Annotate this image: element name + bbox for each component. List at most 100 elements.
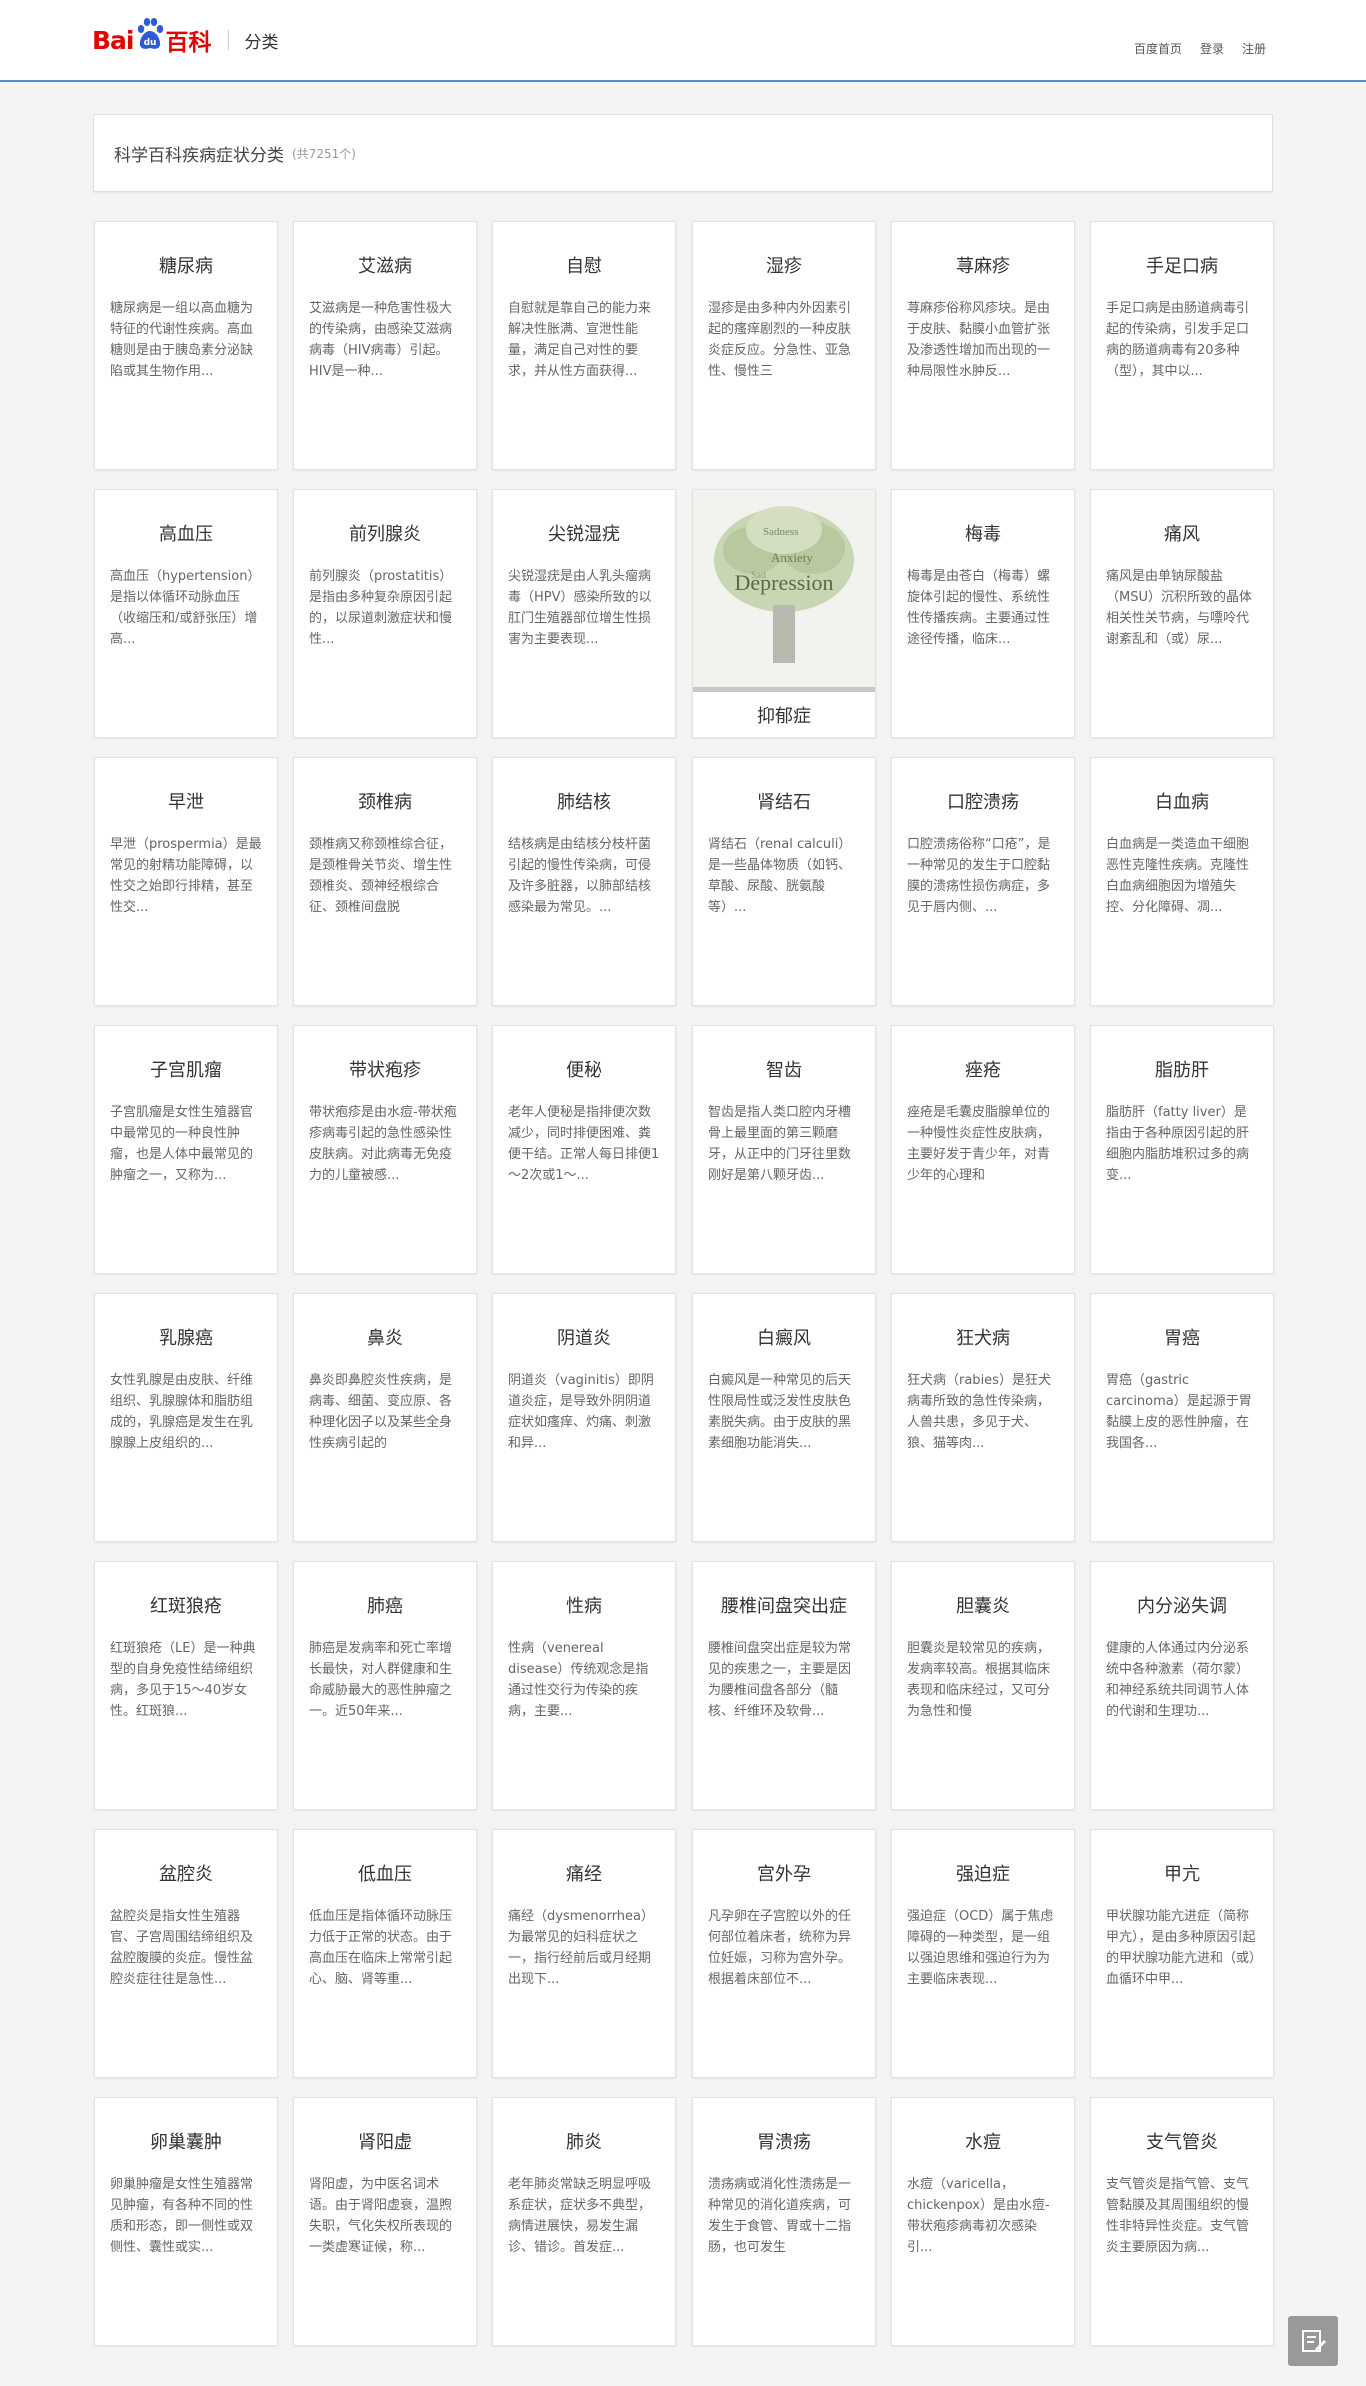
disease-card[interactable]: 梅毒 梅毒是由苍白（梅毒）螺旋体引起的慢性、系统性性传播疾病。主要通过性途径传播，… [891, 489, 1075, 738]
disease-card-title[interactable]: 强迫症 [892, 1860, 1074, 1886]
disease-card-title[interactable]: 自慰 [493, 252, 675, 278]
disease-card[interactable]: 狂犬病 狂犬病（rabies）是狂犬病毒所致的急性传染病，人兽共患，多见于犬、狼、… [891, 1293, 1075, 1542]
disease-card-title[interactable]: 肾结石 [693, 788, 875, 814]
disease-card[interactable]: 痤疮 痤疮是毛囊皮脂腺单位的一种慢性炎症性皮肤病，主要好发于青少年，对青少年的心理… [891, 1025, 1075, 1274]
link-login[interactable]: 登录 [1200, 40, 1224, 57]
disease-card-title[interactable]: 脂肪肝 [1091, 1056, 1273, 1082]
disease-card-title[interactable]: 红斑狼疮 [95, 1592, 277, 1618]
disease-card-title[interactable]: 口腔溃疡 [892, 788, 1074, 814]
disease-card[interactable]: 便秘 老年人便秘是指排便次数减少，同时排便困难、粪便干结。正常人每日排便1～2次或… [492, 1025, 676, 1274]
disease-card[interactable]: 水痘 水痘（varicella，chickenpox）是由水痘-带状疱疹病毒初次感… [891, 2097, 1075, 2346]
disease-card[interactable]: Sadness Anxiety Depression Sad 抑郁症 [692, 489, 876, 738]
disease-card-title[interactable]: 痛经 [493, 1860, 675, 1886]
disease-card-title[interactable]: 肾阳虚 [294, 2128, 476, 2154]
disease-card[interactable]: 尖锐湿疣 尖锐湿疣是由人乳头瘤病毒（HPV）感染所致的以肛门生殖器部位增生性损害为… [492, 489, 676, 738]
disease-card[interactable]: 肾阳虚 肾阳虚，为中医名词术语。由于肾阳虚衰，温煦失职，气化失权所表现的一类虚寒证… [293, 2097, 477, 2346]
disease-card-title[interactable]: 肺炎 [493, 2128, 675, 2154]
disease-card-title[interactable]: 痛风 [1091, 520, 1273, 546]
disease-card-title[interactable]: 子宫肌瘤 [95, 1056, 277, 1082]
disease-card-title[interactable]: 高血压 [95, 520, 277, 546]
disease-card-title[interactable]: 荨麻疹 [892, 252, 1074, 278]
disease-card[interactable]: 痛风 痛风是由单钠尿酸盐（MSU）沉积所致的晶体相关性关节病，与嘌呤代谢紊乱和（或… [1090, 489, 1274, 738]
disease-card-title[interactable]: 智齿 [693, 1056, 875, 1082]
disease-card[interactable]: 肺癌 肺癌是发病率和死亡率增长最快，对人群健康和生命威胁最大的恶性肿瘤之一。近50… [293, 1561, 477, 1810]
disease-card[interactable]: 腰椎间盘突出症 腰椎间盘突出症是较为常见的疾患之一，主要是因为腰椎间盘各部分（髓核… [692, 1561, 876, 1810]
disease-card-title[interactable]: 胃溃疡 [693, 2128, 875, 2154]
disease-card[interactable]: 脂肪肝 脂肪肝（fatty liver）是指由于各种原因引起的肝细胞内脂肪堆积过多… [1090, 1025, 1274, 1274]
disease-card[interactable]: 荨麻疹 荨麻疹俗称风疹块。是由于皮肤、黏膜小血管扩张及渗透性增加而出现的一种局限性… [891, 221, 1075, 470]
disease-card-title[interactable]: 早泄 [95, 788, 277, 814]
disease-card-title[interactable]: 痤疮 [892, 1056, 1074, 1082]
disease-card[interactable]: 口腔溃疡 口腔溃疡俗称“口疮”，是一种常见的发生于口腔黏膜的溃疡性损伤病症，多见于… [891, 757, 1075, 1006]
disease-card-title[interactable]: 颈椎病 [294, 788, 476, 814]
disease-card[interactable]: 痛经 痛经（dysmenorrhea）为最常见的妇科症状之一，指行经前后或月经期出… [492, 1829, 676, 2078]
disease-card[interactable]: 艾滋病 艾滋病是一种危害性极大的传染病，由感染艾滋病病毒（HIV病毒）引起。HIV… [293, 221, 477, 470]
disease-card[interactable]: 低血压 低血压是指体循环动脉压力低于正常的状态。由于高血压在临床上常常引起心、脑、… [293, 1829, 477, 2078]
disease-card-title[interactable]: 梅毒 [892, 520, 1074, 546]
disease-card[interactable]: 高血压 高血压（hypertension）是指以体循环动脉血压（收缩压和/或舒张压… [94, 489, 278, 738]
disease-card[interactable]: 胃癌 胃癌（gastric carcinoma）是起源于胃黏膜上皮的恶性肿瘤，在我… [1090, 1293, 1274, 1542]
disease-card-title[interactable]: 宫外孕 [693, 1860, 875, 1886]
disease-card-title[interactable]: 甲亢 [1091, 1860, 1273, 1886]
disease-card-title[interactable]: 腰椎间盘突出症 [693, 1592, 875, 1618]
disease-card[interactable]: 带状疱疹 带状疱疹是由水痘-带状疱疹病毒引起的急性感染性皮肤病。对此病毒无免疫力的… [293, 1025, 477, 1274]
disease-card-title[interactable]: 肺癌 [294, 1592, 476, 1618]
disease-card-title[interactable]: 卵巢囊肿 [95, 2128, 277, 2154]
disease-card[interactable]: 支气管炎 支气管炎是指气管、支气管黏膜及其周围组织的慢性非特异性炎症。支气管炎主要… [1090, 2097, 1274, 2346]
disease-card[interactable]: 湿疹 湿疹是由多种内外因素引起的瘙痒剧烈的一种皮肤炎症反应。分急性、亚急性、慢性三 [692, 221, 876, 470]
disease-card-title[interactable]: 水痘 [892, 2128, 1074, 2154]
disease-card[interactable]: 白血病 白血病是一类造血干细胞恶性克隆性疾病。克隆性白血病细胞因为增殖失控、分化障… [1090, 757, 1274, 1006]
disease-card[interactable]: 肾结石 肾结石（renal calculi）是一些晶体物质（如钙、草酸、尿酸、胱氨… [692, 757, 876, 1006]
disease-card[interactable]: 自慰 自慰就是靠自己的能力来解决性胀满、宣泄性能量，满足自己对性的要求，并从性方面… [492, 221, 676, 470]
disease-card[interactable]: 盆腔炎 盆腔炎是指女性生殖器官、子宫周围结缔组织及盆腔腹膜的炎症。慢性盆腔炎症往往… [94, 1829, 278, 2078]
disease-card-title[interactable]: 带状疱疹 [294, 1056, 476, 1082]
disease-card[interactable]: 乳腺癌 女性乳腺是由皮肤、纤维组织、乳腺腺体和脂肪组成的，乳腺癌是发生在乳腺腺上皮… [94, 1293, 278, 1542]
disease-card[interactable]: 内分泌失调 健康的人体通过内分泌系统中各种激素（荷尔蒙）和神经系统共同调节人体的代… [1090, 1561, 1274, 1810]
disease-card-title[interactable]: 狂犬病 [892, 1324, 1074, 1350]
disease-card-title[interactable]: 盆腔炎 [95, 1860, 277, 1886]
disease-card-title[interactable]: 白血病 [1091, 788, 1273, 814]
disease-card[interactable]: 白癜风 白癜风是一种常见的后天性限局性或泛发性皮肤色素脱失病。由于皮肤的黑素细胞功… [692, 1293, 876, 1542]
disease-card-title[interactable]: 白癜风 [693, 1324, 875, 1350]
disease-card-title[interactable]: 阴道炎 [493, 1324, 675, 1350]
disease-card[interactable]: 智齿 智齿是指人类口腔内牙槽骨上最里面的第三颗磨牙，从正中的门牙往里数刚好是第八颗… [692, 1025, 876, 1274]
feedback-button[interactable] [1288, 2316, 1338, 2366]
disease-card[interactable]: 糖尿病 糖尿病是一组以高血糖为特征的代谢性疾病。高血糖则是由于胰岛素分泌缺陷或其生… [94, 221, 278, 470]
disease-card[interactable]: 手足口病 手足口病是由肠道病毒引起的传染病，引发手足口病的肠道病毒有20多种（型）… [1090, 221, 1274, 470]
disease-card-title[interactable]: 乳腺癌 [95, 1324, 277, 1350]
disease-card[interactable]: 前列腺炎 前列腺炎（prostatitis）是指由多种复杂原因引起的，以尿道刺激症… [293, 489, 477, 738]
disease-card-title[interactable]: 低血压 [294, 1860, 476, 1886]
link-register[interactable]: 注册 [1242, 40, 1266, 57]
disease-card[interactable]: 胃溃疡 溃疡病或消化性溃疡是一种常见的消化道疾病，可发生于食管、胃或十二指肠，也可… [692, 2097, 876, 2346]
disease-card-title[interactable]: 内分泌失调 [1091, 1592, 1273, 1618]
disease-card[interactable]: 宫外孕 凡孕卵在子宫腔以外的任何部位着床者，统称为异位妊娠，习称为宫外孕。根据着床… [692, 1829, 876, 2078]
disease-card[interactable]: 红斑狼疮 红斑狼疮（LE）是一种典型的自身免疫性结缔组织病，多见于15～40岁女性… [94, 1561, 278, 1810]
disease-card-title[interactable]: 鼻炎 [294, 1324, 476, 1350]
baidu-baike-logo[interactable]: Bai du 百科 分类 [92, 18, 279, 60]
disease-card[interactable]: 鼻炎 鼻炎即鼻腔炎性疾病，是病毒、细菌、变应原、各种理化因子以及某些全身性疾病引起… [293, 1293, 477, 1542]
disease-card[interactable]: 强迫症 强迫症（OCD）属于焦虑障碍的一种类型，是一组以强迫思维和强迫行为为主要临… [891, 1829, 1075, 2078]
disease-card-title[interactable]: 性病 [493, 1592, 675, 1618]
disease-card[interactable]: 子宫肌瘤 子宫肌瘤是女性生殖器官中最常见的一种良性肿瘤，也是人体中最常见的肿瘤之一… [94, 1025, 278, 1274]
disease-card-title[interactable]: 便秘 [493, 1056, 675, 1082]
disease-card[interactable]: 早泄 早泄（prospermia）是最常见的射精功能障碍，以性交之始即行排精，甚至… [94, 757, 278, 1006]
link-baidu-home[interactable]: 百度首页 [1134, 40, 1182, 57]
disease-card[interactable]: 肺炎 老年肺炎常缺乏明显呼吸系症状，症状多不典型，病情进展快，易发生漏诊、错诊。首… [492, 2097, 676, 2346]
disease-card-title[interactable]: 尖锐湿疣 [493, 520, 675, 546]
disease-card-title[interactable]: 胃癌 [1091, 1324, 1273, 1350]
disease-card[interactable]: 颈椎病 颈椎病又称颈椎综合征，是颈椎骨关节炎、增生性颈椎炎、颈神经根综合征、颈椎间… [293, 757, 477, 1006]
disease-card[interactable]: 胆囊炎 胆囊炎是较常见的疾病，发病率较高。根据其临床表现和临床经过，又可分为急性和… [891, 1561, 1075, 1810]
disease-card[interactable]: 卵巢囊肿 卵巢肿瘤是女性生殖器常见肿瘤，有各种不同的性质和形态，即一侧性或双侧性、… [94, 2097, 278, 2346]
disease-card-title[interactable]: 肺结核 [493, 788, 675, 814]
disease-card-title[interactable]: 支气管炎 [1091, 2128, 1273, 2154]
disease-card-title[interactable]: 手足口病 [1091, 252, 1273, 278]
disease-card-title[interactable]: 抑郁症 [693, 702, 875, 728]
disease-card-title[interactable]: 艾滋病 [294, 252, 476, 278]
disease-card-title[interactable]: 糖尿病 [95, 252, 277, 278]
disease-card-title[interactable]: 前列腺炎 [294, 520, 476, 546]
disease-card-title[interactable]: 胆囊炎 [892, 1592, 1074, 1618]
disease-card[interactable]: 甲亢 甲状腺功能亢进症（简称甲亢），是由多种原因引起的甲状腺功能亢进和（或）血循环… [1090, 1829, 1274, 2078]
disease-card[interactable]: 性病 性病（venereal disease）传统观念是指通过性交行为传染的疾病，… [492, 1561, 676, 1810]
disease-card-title[interactable]: 湿疹 [693, 252, 875, 278]
disease-card[interactable]: 肺结核 结核病是由结核分枝杆菌引起的慢性传染病，可侵及许多脏器，以肺部结核感染最为… [492, 757, 676, 1006]
